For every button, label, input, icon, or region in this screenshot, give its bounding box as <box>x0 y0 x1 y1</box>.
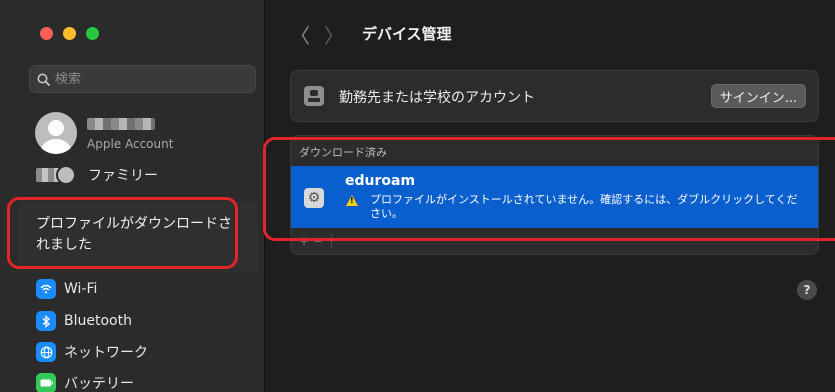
sidebar-item-label: ファミリー <box>88 168 158 184</box>
sidebar-item-label: Wi-Fi <box>64 281 98 297</box>
close-window-button[interactable] <box>40 27 53 40</box>
account-name-redacted <box>87 118 155 130</box>
sidebar-item-family[interactable]: ファミリー <box>36 164 158 186</box>
work-school-account-card: 勤務先または学校のアカウント サインイン... <box>290 70 819 122</box>
badge-icon <box>304 86 324 106</box>
sidebar-item-label: ネットワーク <box>64 345 148 361</box>
account-subtitle: Apple Account <box>87 137 174 151</box>
search-input[interactable] <box>55 71 235 87</box>
gear-icon: ⚙ <box>304 188 324 208</box>
back-button[interactable]: 〈 <box>290 20 310 49</box>
toolbar: 〈 〉 デバイス管理 <box>266 0 835 62</box>
section-header: ダウンロード済み <box>299 146 387 159</box>
zoom-window-button[interactable] <box>86 27 99 40</box>
window-controls <box>40 27 99 40</box>
work-school-account-label: 勤務先または学校のアカウント <box>339 90 535 106</box>
avatar <box>35 112 77 154</box>
family-avatars <box>36 164 76 186</box>
profile-downloaded-label: プロファイルがダウンロードされました <box>36 216 232 253</box>
main-pane: 〈 〉 デバイス管理 勤務先または学校のアカウント サインイン... ダウンロー… <box>266 0 835 392</box>
add-remove-label: + − <box>299 234 332 248</box>
warning-icon <box>346 195 358 206</box>
sign-in-button[interactable]: サインイン... <box>711 84 806 108</box>
downloaded-profiles-card: ダウンロード済み ⚙ eduroam プロファイルがインストールされていません。… <box>290 135 819 255</box>
profile-name: eduroam <box>345 173 416 189</box>
sidebar-item-bluetooth[interactable]: Bluetooth <box>36 311 132 331</box>
help-button[interactable]: ? <box>797 280 817 300</box>
add-remove-controls[interactable]: + − <box>299 234 332 248</box>
search-field[interactable] <box>29 65 256 93</box>
minimize-window-button[interactable] <box>63 27 76 40</box>
apple-account[interactable]: Apple Account <box>35 112 255 158</box>
forward-button[interactable]: 〉 <box>324 20 344 49</box>
page-title: デバイス管理 <box>362 25 452 43</box>
sidebar-item-label: Bluetooth <box>64 313 132 329</box>
wifi-icon <box>36 279 56 299</box>
bluetooth-icon <box>36 311 56 331</box>
search-icon <box>37 73 50 86</box>
globe-icon <box>36 342 56 362</box>
family-avatar <box>56 165 76 185</box>
sidebar-item-label: バッテリー <box>64 376 134 392</box>
profile-status-message: プロファイルがインストールされていません。確認するには、ダブルクリックしてくださ… <box>370 193 798 220</box>
sidebar-item-network[interactable]: ネットワーク <box>36 342 148 362</box>
profile-row-eduroam[interactable]: ⚙ eduroam プロファイルがインストールされていません。確認するには、ダブ… <box>291 166 818 228</box>
sidebar: Apple Account ファミリー Wi-Fi Bluetooth ネットワ… <box>0 0 265 392</box>
sidebar-item-wifi[interactable]: Wi-Fi <box>36 279 97 299</box>
battery-icon <box>36 373 56 392</box>
sidebar-item-battery[interactable]: バッテリー <box>36 373 134 392</box>
